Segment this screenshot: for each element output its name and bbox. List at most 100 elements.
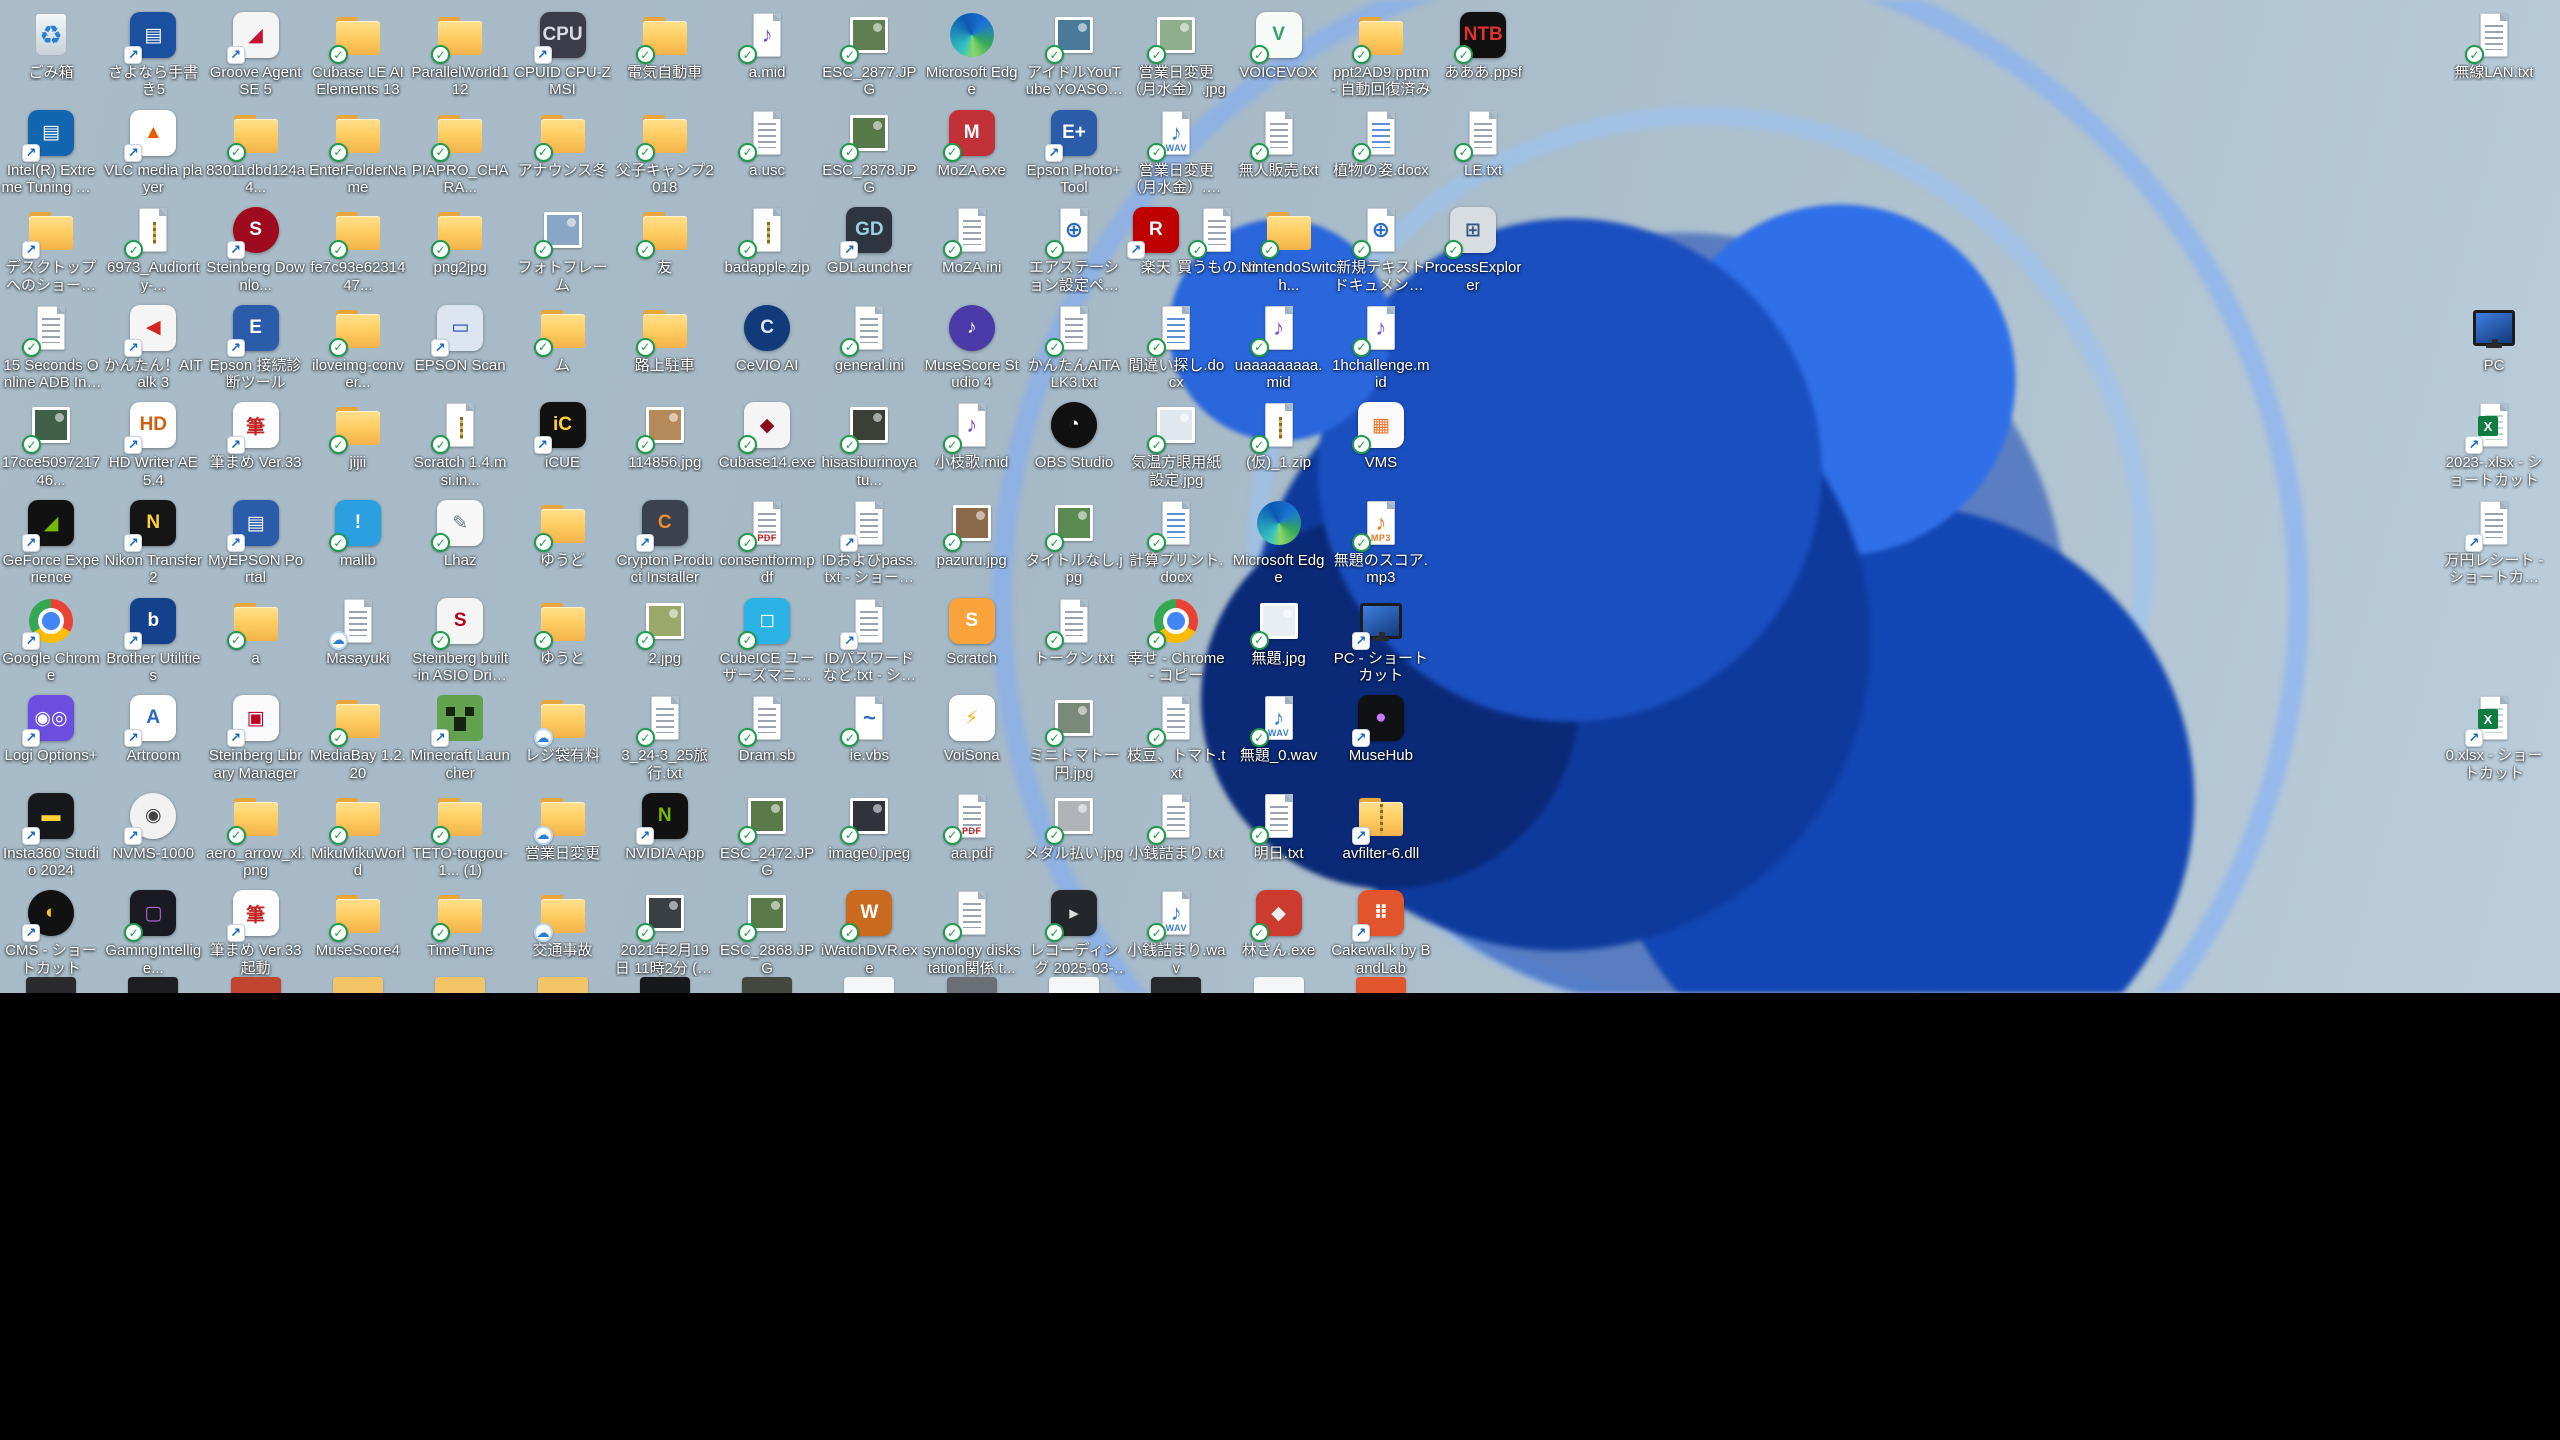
cut-off-icon-top[interactable] <box>538 977 588 993</box>
desktop-icon[interactable]: ✓Cubase LE AI Elements 13 <box>307 10 409 99</box>
desktop-icon[interactable]: E↗Epson 接続診断ツール <box>205 303 307 392</box>
cut-off-icon-top[interactable] <box>333 977 383 993</box>
desktop-icon[interactable]: ♪✓uaaaaaaaaa.mid <box>1228 303 1330 392</box>
desktop-icon[interactable]: 筆↗筆まめ Ver.33 <box>205 400 307 471</box>
cut-off-icon-top[interactable] <box>742 977 792 993</box>
desktop-icon[interactable]: ✓aero_arrow_xl.png <box>205 791 307 880</box>
desktop-icon[interactable]: ◢↗GeForce Experience <box>0 498 102 587</box>
desktop-icon[interactable]: N↗Nikon Transfer 2 <box>102 498 204 587</box>
desktop-icon[interactable]: ✓Dram.sb <box>716 693 818 764</box>
cut-off-icon-top[interactable] <box>1151 977 1201 993</box>
desktop-icon[interactable]: ✓png2jpg <box>409 205 511 276</box>
desktop-icon[interactable]: ✓路上駐車 <box>614 303 716 374</box>
desktop-icon[interactable]: X↗2023-.xlsx - ショートカット <box>2443 400 2545 489</box>
desktop-icon[interactable]: ▤↗さよなら手書き5 <box>102 10 204 99</box>
desktop-icon[interactable]: ▦✓VMS <box>1330 400 1432 471</box>
desktop-icon[interactable]: ✎✓Lhaz <box>409 498 511 569</box>
desktop-icon[interactable]: ✓ゆうと <box>512 596 614 667</box>
desktop-icon[interactable]: ●↗MuseHub <box>1330 693 1432 764</box>
desktop-icon[interactable]: ✓MikuMikuWorld <box>307 791 409 880</box>
desktop-icon[interactable]: ▭↗EPSON Scan <box>409 303 511 374</box>
desktop-icon[interactable]: N↗NVIDIA App <box>614 791 716 862</box>
desktop-icon[interactable]: ✓TETO-tougou-1... (1) <box>409 791 511 880</box>
desktop-icon[interactable]: E+↗Epson Photo+ Tool <box>1023 108 1125 197</box>
desktop-icon[interactable]: ✓ESC_2472.JPG <box>716 791 818 880</box>
desktop-icon[interactable]: ▬↗Insta360 Studio 2024 <box>0 791 102 880</box>
desktop-icon[interactable]: ✓かんたんAITALK3.txt <box>1023 303 1125 392</box>
desktop-icon[interactable]: CCeVIO AI <box>716 303 818 374</box>
desktop-icon[interactable]: S↗Steinberg Downlo... <box>205 205 307 294</box>
desktop-icon[interactable]: ✓ESC_2877.JPG <box>818 10 920 99</box>
desktop-icon[interactable]: ◉↗NVMS-1000 <box>102 791 204 862</box>
desktop-icon[interactable]: PDF✓consentform.pdf <box>716 498 818 587</box>
desktop-icon[interactable]: ✓6973_Audiority-... <box>102 205 204 294</box>
desktop-icon[interactable]: ✓ゆうど <box>512 498 614 569</box>
desktop-icon[interactable]: W✓iWatchDVR.exe <box>818 888 920 977</box>
desktop-icon[interactable]: ✓pazuru.jpg <box>921 498 1023 569</box>
desktop-icon[interactable]: ✓MediaBay 1.2.20 <box>307 693 409 782</box>
desktop-icon[interactable]: ♪✓a.mid <box>716 10 818 81</box>
cut-off-icon-top[interactable] <box>844 977 894 993</box>
desktop-icon[interactable]: ✓a <box>205 596 307 667</box>
desktop-icon[interactable]: ☁Masayuki <box>307 596 409 667</box>
desktop-icon[interactable]: ◉◎↗Logi Options+ <box>0 693 102 764</box>
desktop-icon[interactable]: ✓植物の姿.docx <box>1330 108 1432 179</box>
desktop-icon[interactable]: ✓無線LAN.txt <box>2443 10 2545 81</box>
desktop-icon[interactable]: ♪MP3✓無題のスコア.mp3 <box>1330 498 1432 587</box>
desktop-icon[interactable]: ✓フォトフレーム <box>512 205 614 294</box>
cut-off-icon-top[interactable] <box>640 977 690 993</box>
desktop-icon[interactable]: ⠿↗Cakewalk by BandLab <box>1330 888 1432 977</box>
desktop-icon[interactable]: ✓hisasiburinoyatu... <box>818 400 920 489</box>
desktop-icon[interactable]: ▣↗Steinberg Library Manager <box>205 693 307 782</box>
desktop-icon[interactable]: S✓Steinberg built-in ASIO Driver 1.0.9 <box>409 596 511 685</box>
cut-off-icon-top[interactable] <box>128 977 178 993</box>
desktop-icon[interactable]: Microsoft Edge <box>921 10 1023 99</box>
desktop-icon[interactable]: ♪WAV✓営業日変更（月水金）.wav <box>1125 108 1227 197</box>
desktop-icon[interactable]: ✓アナウンス冬 <box>512 108 614 179</box>
desktop-icon[interactable]: ✓fe7c93e6231447... <box>307 205 409 294</box>
desktop-icon[interactable]: ✓営業日変更（月水金）.jpg <box>1125 10 1227 99</box>
desktop-icon[interactable]: PDF✓aa.pdf <box>921 791 1023 862</box>
desktop-icon[interactable]: A↗Artroom <box>102 693 204 764</box>
desktop-icon[interactable]: ✓ppt2AD9.pptm - 自動回復済み <box>1330 10 1432 99</box>
desktop-icon[interactable]: ✓ParallelWorld112 <box>409 10 511 99</box>
desktop-icon[interactable]: ✓general.ini <box>818 303 920 374</box>
desktop-icon[interactable]: ✓計算プリント.docx <box>1125 498 1227 587</box>
desktop-icon[interactable]: ✓(仮)_1.zip <box>1228 400 1330 471</box>
desktop-icon[interactable]: ♪WAV✓無題_0.wav <box>1228 693 1330 764</box>
desktop-icon[interactable]: ◐↗CMS - ショートカット <box>0 888 102 977</box>
desktop-icon[interactable]: ✓3_24-3_25旅行.txt <box>614 693 716 782</box>
desktop-icon[interactable]: ✓MuseScore4 <box>307 888 409 959</box>
desktop-icon[interactable]: ✓無人販売.txt <box>1228 108 1330 179</box>
desktop-icon[interactable]: ~✓ie.vbs <box>818 693 920 764</box>
cut-off-icon-top[interactable] <box>231 977 281 993</box>
desktop-icon[interactable]: ✓ミニトマト一円.jpg <box>1023 693 1125 782</box>
desktop-icon[interactable]: ◔OBS Studio <box>1023 400 1125 471</box>
desktop-icon[interactable]: ✓明日.txt <box>1228 791 1330 862</box>
desktop-icon[interactable]: ✓a.usc <box>716 108 818 179</box>
desktop-icon[interactable]: ↗IDおよびpass.txt - ショートカット <box>818 498 920 587</box>
desktop-icon[interactable]: ✓メダル払い.jpg <box>1023 791 1125 862</box>
desktop-icon[interactable]: !✓malib <box>307 498 409 569</box>
cut-off-icon-top[interactable] <box>947 977 997 993</box>
desktop-icon[interactable]: X↗0.xlsx - ショートカット <box>2443 693 2545 782</box>
cut-off-icon-top[interactable] <box>1356 977 1406 993</box>
desktop-icon[interactable]: ♪WAV✓小銭詰まり.wav <box>1125 888 1227 977</box>
desktop-icon[interactable]: HD↗HD Writer AE 5.4 <box>102 400 204 489</box>
desktop-icon[interactable]: ✓EnterFolderName <box>307 108 409 197</box>
desktop-icon[interactable]: NTB✓あああ.ppsf <box>1432 10 1534 81</box>
desktop-icon[interactable]: ☁交通事故 <box>512 888 614 959</box>
desktop-icon[interactable]: ↗PC - ショートカット <box>1330 596 1432 685</box>
desktop-icon[interactable]: ↗デスクトップ へのショートカット (OneDri... <box>0 205 102 294</box>
cut-off-icon-top[interactable] <box>435 977 485 993</box>
desktop-icon[interactable]: ☁レジ袋有料 <box>512 693 614 764</box>
desktop-icon[interactable]: ▸✓レコーディング 2025-03-1... <box>1023 888 1125 977</box>
desktop-icon[interactable]: ◀↗かんたん！AITalk 3 <box>102 303 204 392</box>
desktop-icon[interactable]: M✓MoZA.exe <box>921 108 1023 179</box>
desktop-icon[interactable]: ✓ESC_2878.JPG <box>818 108 920 197</box>
desktop-icon[interactable]: ♪✓小枝歌.mid <box>921 400 1023 471</box>
desktop-icon[interactable]: ♪MuseScore Studio 4 <box>921 303 1023 392</box>
desktop-icon[interactable]: ✓電気自動車 <box>614 10 716 81</box>
desktop-icon[interactable]: ◢↗Groove Agent SE 5 <box>205 10 307 99</box>
desktop-icon[interactable]: ✓LE.txt <box>1432 108 1534 179</box>
